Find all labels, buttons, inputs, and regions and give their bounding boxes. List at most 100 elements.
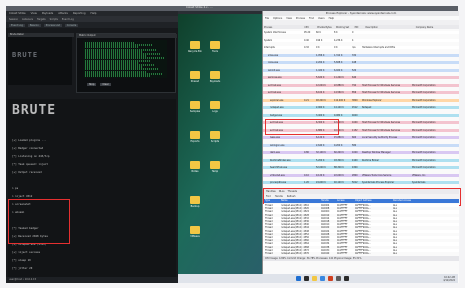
- pe-process-row[interactable]: smss.exe 1,056 K 1,312 K 332: [263, 53, 459, 57]
- pe-cell: 1,312 K: [334, 53, 343, 57]
- desktop-icon-label: Samples: [189, 110, 201, 113]
- pe-cell: Microsoft Corporation: [412, 128, 436, 132]
- pe-process-row[interactable]: Interrupts 0.32 0 K 0 K n/a Hardware Interrup…: [263, 46, 459, 49]
- pe-process-row[interactable]: winlogon.exe 2,640 K 9,200 K 580: [263, 143, 459, 147]
- pe-process-row[interactable]: RuntimeBroker.exe 5,200 K 18,300 K 4100 Runt…: [263, 158, 459, 162]
- desktop-icon[interactable]: Payloads: [206, 71, 224, 83]
- c2-tab[interactable]: Process List: [43, 23, 62, 27]
- pe-column-header[interactable]: PID: [354, 26, 365, 29]
- pe-cell: RuntimeBroker.exe: [270, 158, 291, 162]
- console-line: [*] sleep 10: [12, 259, 31, 262]
- desktop-icon[interactable]: Scripts: [206, 131, 224, 143]
- c2-status-text: user@host • 10.0.2.15: [9, 278, 37, 281]
- desktop-icon[interactable]: Backup: [186, 196, 204, 208]
- pe-process-row[interactable]: lsass.exe 6,120 K 15,880 K 660 Local Securit…: [263, 136, 459, 139]
- pe-column-header[interactable]: Private Bytes: [316, 26, 335, 29]
- vm-title: Cobalt Strike 4.x - ...: [186, 6, 213, 9]
- pe-column-header[interactable]: Description: [364, 26, 414, 29]
- pe-cell: 1152: [352, 128, 358, 132]
- folder-icon: [210, 131, 220, 139]
- brute-ratel-logo: BRUTE: [12, 51, 39, 59]
- pe-cell: 0 K: [316, 46, 320, 49]
- pe-process-row[interactable]: dwm.exe 0.80 32,100 K 60,220 K 1020 Desktop W…: [263, 151, 459, 154]
- c2-console[interactable]: BRUTE [+] Loaded plugins ... [+] Badger c…: [8, 99, 176, 279]
- pe-process-row[interactable]: badger.exe 3,400 K 9,080 K 4620: [263, 113, 459, 117]
- desktop-icon[interactable]: Notes: [186, 161, 204, 173]
- panel-button[interactable]: Stop: [87, 83, 97, 86]
- taskbar-app-icon[interactable]: [312, 276, 317, 281]
- pe-column-header[interactable]: Working Set: [335, 26, 354, 29]
- desktop-icon[interactable]: Exports: [186, 131, 204, 143]
- pe-process-row[interactable]: vmtoolsd.exe 0.10 9,120 K 22,000 K 2800 VMwar…: [263, 173, 459, 177]
- pe-process-row[interactable]: procexp64.exe 1.20 24,600 K 40,120 K 5012 Sys…: [263, 181, 459, 184]
- c2-toolbar-item[interactable]: Listeners: [22, 18, 33, 21]
- pe-cell: 48,220 K: [316, 98, 326, 102]
- c2-toolbar-item[interactable]: Scripts: [50, 18, 58, 21]
- pe-cell: 1020: [352, 151, 358, 154]
- desktop-icon-label: Scripts: [210, 140, 220, 143]
- pe-cell: Runtime Broker: [362, 158, 379, 162]
- taskbar-app-icon[interactable]: [320, 276, 325, 281]
- pe-column-header[interactable]: Process: [263, 26, 303, 29]
- pe-cell: 580: [352, 143, 357, 147]
- desktop-icon[interactable]: Samples: [186, 101, 204, 113]
- pe-process-row[interactable]: System 0.40 196 K 4,236 K 4: [263, 38, 459, 42]
- desktop-icon[interactable]: Recycle Bin: [186, 41, 204, 53]
- start-icon[interactable]: [296, 276, 301, 281]
- pe-process-row[interactable]: SearchHost.exe 52,000 K 88,300 K 4300 Micros…: [263, 166, 459, 169]
- pe-cell: Desktop Window Manager: [362, 151, 391, 154]
- pe-process-row[interactable]: services.exe 5,620 K 11,240 K 640: [263, 76, 459, 79]
- c2-toolbar-item[interactable]: Session: [9, 18, 18, 21]
- c2-menu-item[interactable]: Attacks: [58, 12, 68, 15]
- pe-process-row[interactable]: svchost.exe 8,104 K 14,560 K 856 Host Proces…: [263, 91, 459, 94]
- pe-cell: smss.exe: [268, 53, 279, 57]
- c2-menu-item[interactable]: Payloads: [42, 12, 53, 15]
- desktop-icon-label: Tools: [212, 50, 218, 53]
- c2-status-bar: user@host • 10.0.2.15: [6, 277, 178, 283]
- c2-menu-item[interactable]: Reporting: [73, 12, 86, 15]
- pe-cell: 0.80: [304, 151, 309, 154]
- pe-process-row[interactable]: csrss.exe 2,204 K 5,828 K 448: [263, 61, 459, 64]
- panel-left-title: Brute Ratel: [8, 33, 74, 37]
- pe-column-header[interactable]: CPU: [303, 26, 316, 29]
- c2-menu-item[interactable]: Cobalt Strike: [9, 12, 26, 15]
- pe-process-row[interactable]: notepad.exe 2,960 K 14,120 K 4512 Notepad Mic…: [263, 106, 459, 109]
- pe-column-header[interactable]: Company Name: [415, 26, 459, 29]
- pe-process-row[interactable]: explorer.exe 0.21 48,220 K 112,400 K 3820 Win…: [263, 98, 459, 102]
- pe-cell: Microsoft Corporation: [412, 106, 436, 109]
- c2-tab[interactable]: Beacon: [27, 23, 41, 27]
- c2-toolbar-item[interactable]: Event Log: [62, 18, 74, 21]
- c2-menu-item[interactable]: Help: [91, 12, 97, 15]
- pe-lower-row[interactable]: Thread notepad.exe(4512): 4576 0x0040 0x1FF…: [263, 252, 459, 256]
- taskbar-app-icon[interactable]: [304, 276, 309, 281]
- desktop-icon[interactable]: Logs: [206, 101, 224, 113]
- folder-icon: [210, 71, 220, 79]
- taskbar-clock[interactable]: 10:42 AM 4/12/2024: [443, 276, 455, 282]
- pe-cell: 792: [352, 83, 357, 87]
- c2-panel-left: Brute Ratel BRUTE: [8, 33, 74, 85]
- pe-cell: Microsoft Corporation: [412, 158, 436, 162]
- c2-menu-item[interactable]: View: [31, 12, 37, 15]
- panel-button[interactable]: Clear: [100, 83, 111, 86]
- desktop-icon[interactable]: Shared: [186, 71, 204, 83]
- folder-icon: [190, 226, 200, 234]
- desktop-icon[interactable]: Temp: [206, 161, 224, 173]
- taskbar-app-icon[interactable]: [336, 276, 341, 281]
- desktop-icon[interactable]: VMware: [186, 226, 204, 238]
- pe-process-row[interactable]: System Idle Process 95.20 60 K 8 K 0: [263, 31, 459, 34]
- pe-cell: Sysinternals: [412, 181, 426, 184]
- pe-column-headers: Process CPU Private Bytes Working Set PID Des…: [263, 25, 459, 29]
- c2-tab[interactable]: Console: [64, 23, 79, 27]
- taskbar-app-icon[interactable]: [328, 276, 333, 281]
- pe-cell: notepad.exe: [270, 106, 284, 109]
- taskbar-app-icon[interactable]: [344, 276, 349, 281]
- c2-toolbar-item[interactable]: Targets: [37, 18, 46, 21]
- pe-process-row[interactable]: wininit.exe 1,420 K 6,920 K 520: [263, 68, 459, 72]
- pe-cell: Local Security Authority Process: [362, 136, 398, 139]
- desktop-icon[interactable]: Tools: [206, 41, 224, 53]
- pe-cell: Host Process for Windows Services: [362, 83, 401, 87]
- c2-tab[interactable]: Event Log: [9, 23, 25, 27]
- pe-cell: lsass.exe: [270, 136, 280, 139]
- pe-process-row[interactable]: svchost.exe 12,004 K 22,880 K 792 Host Proce…: [263, 83, 459, 87]
- desktop-icon-label: Recycle Bin: [188, 50, 202, 53]
